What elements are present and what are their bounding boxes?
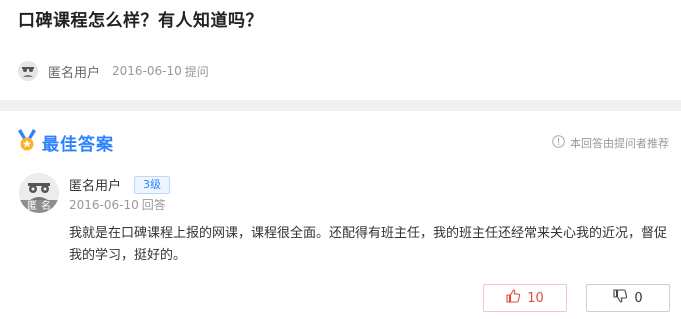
recommend-label: 本回答由提问者推荐 [570, 136, 669, 150]
answered-label: 回答 [141, 198, 166, 212]
question-title: 口碑课程怎么样？有人知道吗？ [18, 11, 263, 31]
answerer-name[interactable]: 匿名用户 [69, 175, 121, 194]
best-answer-header: 最佳答案 [18, 129, 114, 155]
thumbs-up-icon [506, 289, 521, 307]
best-answer-medal-icon [18, 129, 36, 155]
upvote-count: 10 [527, 290, 544, 306]
section-divider [0, 100, 681, 111]
answer-meta: 2016-06-10 回答 [69, 196, 166, 213]
recommend-note: 本回答由提问者推荐 [552, 133, 669, 152]
question-meta: 匿名用户 2016-06-10 提问 [18, 60, 209, 82]
info-circle-icon [552, 133, 565, 152]
answerer-avatar[interactable]: 匿名 [19, 173, 59, 213]
answer-content: 我就是在口碑课程上报的网课，课程很全面。还配得有班主任，我的班主任还经常来关心我… [69, 226, 668, 263]
asked-label: 提问 [184, 64, 209, 79]
downvote-count: 0 [634, 290, 643, 306]
anonymous-avatar-icon [18, 61, 38, 81]
downvote-button[interactable]: 0 [586, 284, 670, 312]
anonymous-tag: 匿名 [19, 200, 59, 213]
question-date: 2016-06-10 [112, 64, 182, 78]
answer-date: 2016-06-10 [69, 198, 139, 212]
thumbs-down-icon [613, 289, 628, 307]
upvote-button[interactable]: 10 [483, 284, 567, 312]
best-answer-title: 最佳答案 [42, 134, 114, 155]
level-badge: 3级 [134, 176, 170, 194]
asker-name[interactable]: 匿名用户 [48, 62, 100, 81]
